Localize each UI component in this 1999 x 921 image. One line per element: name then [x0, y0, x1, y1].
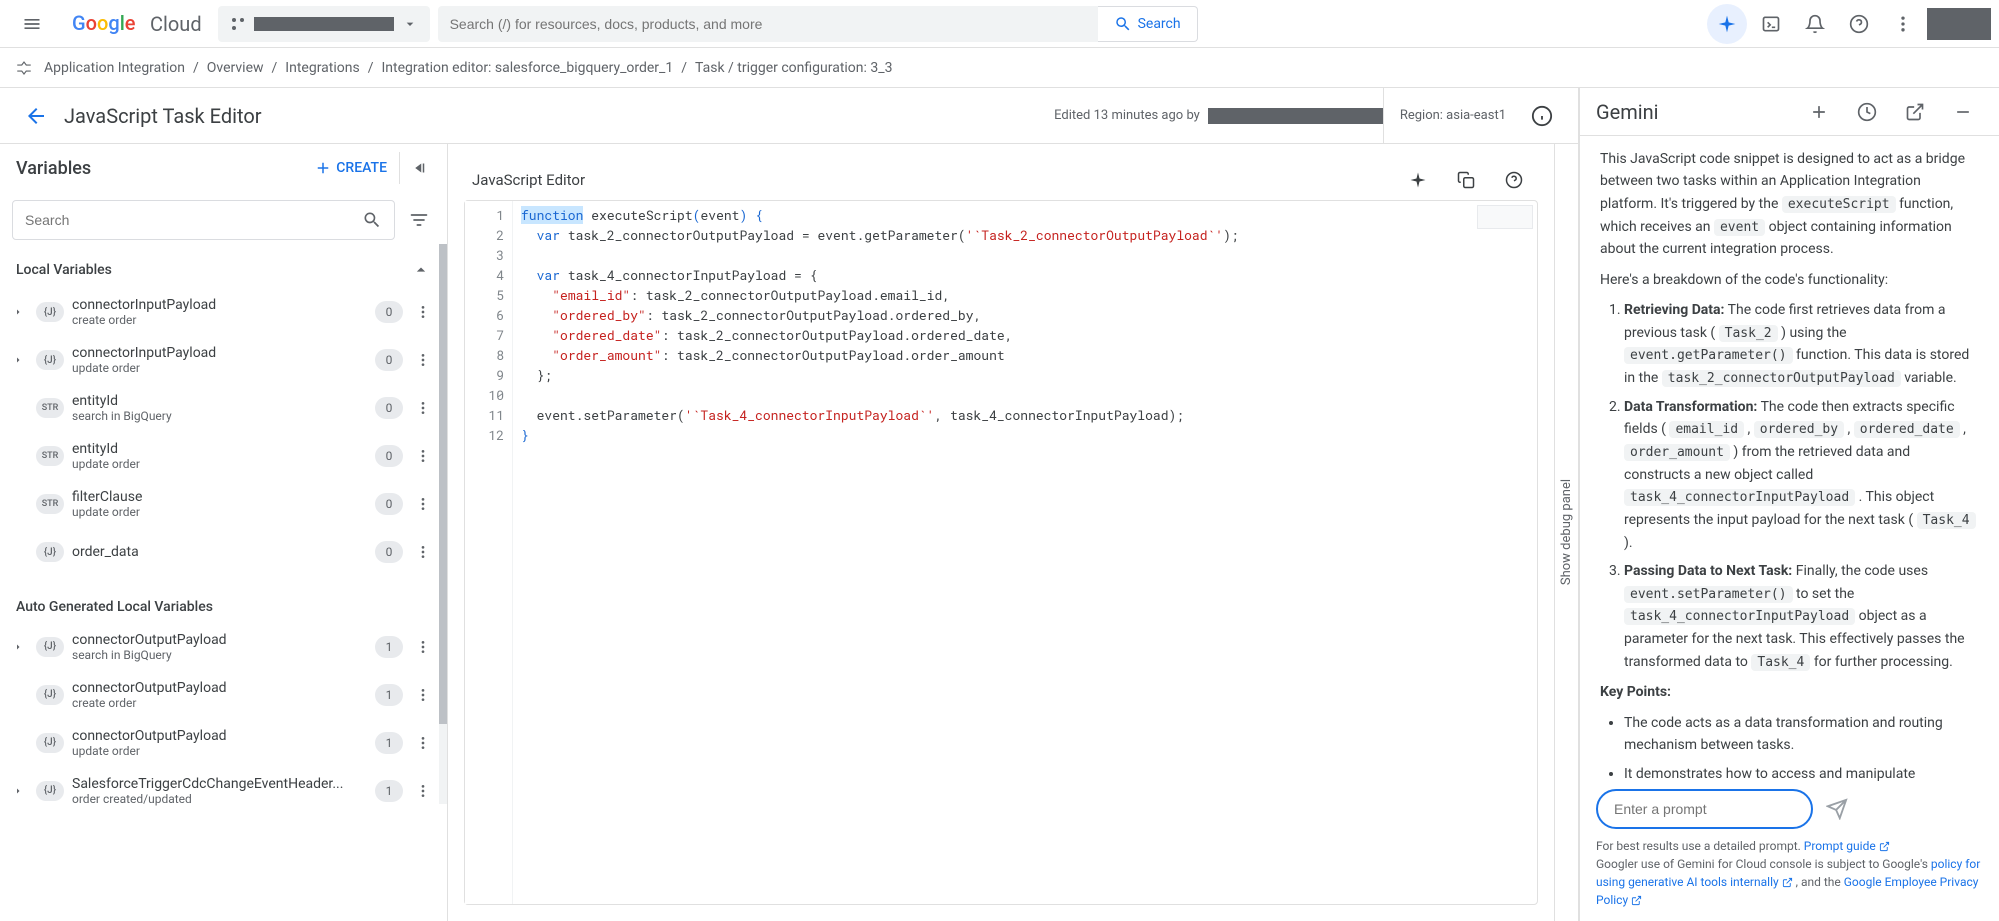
more-icon[interactable]: [411, 348, 435, 372]
variables-title: Variables: [16, 158, 91, 179]
variable-search-input[interactable]: [25, 212, 362, 228]
logo-text: Cloud: [150, 12, 202, 36]
ai-suggest-icon[interactable]: [1402, 164, 1434, 196]
breadcrumb-item[interactable]: Task / trigger configuration: 3_3: [695, 60, 892, 76]
search-icon: [362, 210, 382, 230]
info-icon[interactable]: [1522, 96, 1562, 136]
more-icon[interactable]: [411, 540, 435, 564]
help-icon[interactable]: [1498, 164, 1530, 196]
variable-item[interactable]: STR entityIdupdate order 0: [0, 432, 447, 480]
debug-panel-tab[interactable]: Show debug panel: [1554, 144, 1578, 921]
variable-item[interactable]: {J} connectorInputPayloadupdate order 0: [0, 336, 447, 384]
gemini-title: Gemini: [1596, 100, 1659, 124]
variable-item[interactable]: {J} connectorOutputPayloadupdate order 1: [0, 719, 447, 767]
prompt-guide-link[interactable]: Prompt guide: [1804, 839, 1890, 853]
gemini-panel: Gemini This JavaScript code snippet is d…: [1579, 88, 1999, 921]
variables-panel: Variables CREATE: [0, 144, 448, 921]
more-icon[interactable]: [411, 396, 435, 420]
search-button[interactable]: Search: [1098, 6, 1198, 42]
create-variable-button[interactable]: CREATE: [314, 159, 387, 177]
more-icon[interactable]: [411, 492, 435, 516]
copy-icon[interactable]: [1450, 164, 1482, 196]
prompt-input[interactable]: [1614, 801, 1795, 817]
breadcrumb-item[interactable]: Integrations: [285, 60, 359, 76]
google-cloud-logo[interactable]: Google Cloud: [64, 12, 210, 36]
project-selector[interactable]: [218, 6, 430, 42]
search-input[interactable]: [450, 16, 1090, 32]
notifications-icon[interactable]: [1795, 4, 1835, 44]
help-icon[interactable]: [1839, 4, 1879, 44]
more-icon[interactable]: [411, 444, 435, 468]
scrollbar[interactable]: [439, 244, 447, 804]
variable-item[interactable]: {J} SalesforceTriggerCdcChangeEventHeade…: [0, 767, 447, 815]
new-chat-icon[interactable]: [1799, 92, 1839, 132]
terminal-icon[interactable]: [1751, 4, 1791, 44]
back-button[interactable]: [16, 96, 56, 136]
more-icon[interactable]: [411, 779, 435, 803]
local-variables-section[interactable]: Local Variables: [0, 248, 447, 288]
breadcrumb-item[interactable]: Application Integration: [44, 60, 185, 76]
code-editor-panel: JavaScript Editor 123456789101112 functi…: [448, 144, 1554, 921]
region-label: Region: asia-east1: [1383, 88, 1522, 143]
code-editor-title: JavaScript Editor: [472, 171, 585, 189]
more-icon[interactable]: [411, 683, 435, 707]
project-name-redacted: [254, 17, 394, 31]
minimize-icon[interactable]: [1943, 92, 1983, 132]
chevron-up-icon: [411, 260, 431, 280]
filter-button[interactable]: [403, 204, 435, 236]
variable-item[interactable]: STR entityIdsearch in BigQuery 0: [0, 384, 447, 432]
variable-item[interactable]: STR order_id 0: [0, 576, 447, 587]
more-icon[interactable]: [411, 635, 435, 659]
code-minimap[interactable]: [1477, 205, 1533, 229]
gemini-star-icon[interactable]: [1707, 4, 1747, 44]
open-external-icon[interactable]: [1895, 92, 1935, 132]
top-header: Google Cloud Search: [0, 0, 1999, 48]
prompt-input-box[interactable]: [1596, 789, 1813, 829]
send-button[interactable]: [1821, 793, 1853, 825]
editor-header: JavaScript Task Editor Edited 13 minutes…: [0, 88, 1578, 144]
variable-item[interactable]: {J} connectorInputPayloadcreate order 0: [0, 288, 447, 336]
page-title: JavaScript Task Editor: [64, 104, 262, 128]
variable-item[interactable]: {J} order_data 0: [0, 528, 447, 576]
breadcrumb-item[interactable]: Overview: [207, 60, 264, 76]
variable-search[interactable]: [12, 200, 395, 240]
svg-text:Google: Google: [72, 12, 136, 35]
more-icon[interactable]: [411, 300, 435, 324]
search-bar[interactable]: [438, 6, 1102, 42]
variable-item[interactable]: {J} connectorOutputPayloadcreate order 1: [0, 671, 447, 719]
disclaimer: For best results use a detailed prompt. …: [1596, 837, 1983, 909]
more-icon[interactable]: [411, 731, 435, 755]
variable-item[interactable]: {J} connectorOutputPayloadsearch in BigQ…: [0, 623, 447, 671]
edited-text: Edited 13 minutes ago by: [1054, 108, 1200, 123]
account-avatar[interactable]: [1927, 8, 1991, 40]
more-icon[interactable]: [1883, 4, 1923, 44]
auto-variables-section[interactable]: Auto Generated Local Variables: [0, 587, 447, 623]
collapse-panel-button[interactable]: [399, 152, 431, 184]
variable-item[interactable]: STR filterClauseupdate order 0: [0, 480, 447, 528]
breadcrumb-item[interactable]: Integration editor: salesforce_bigquery_…: [382, 60, 674, 76]
editor-name-redacted: [1208, 108, 1383, 124]
integration-icon[interactable]: [12, 56, 36, 80]
breadcrumb: Application Integration / Overview / Int…: [0, 48, 1999, 88]
menu-icon[interactable]: [8, 0, 56, 48]
history-icon[interactable]: [1847, 92, 1887, 132]
code-editor[interactable]: 123456789101112 function executeScript(e…: [464, 200, 1538, 905]
gemini-response: This JavaScript code snippet is designed…: [1580, 136, 1999, 781]
